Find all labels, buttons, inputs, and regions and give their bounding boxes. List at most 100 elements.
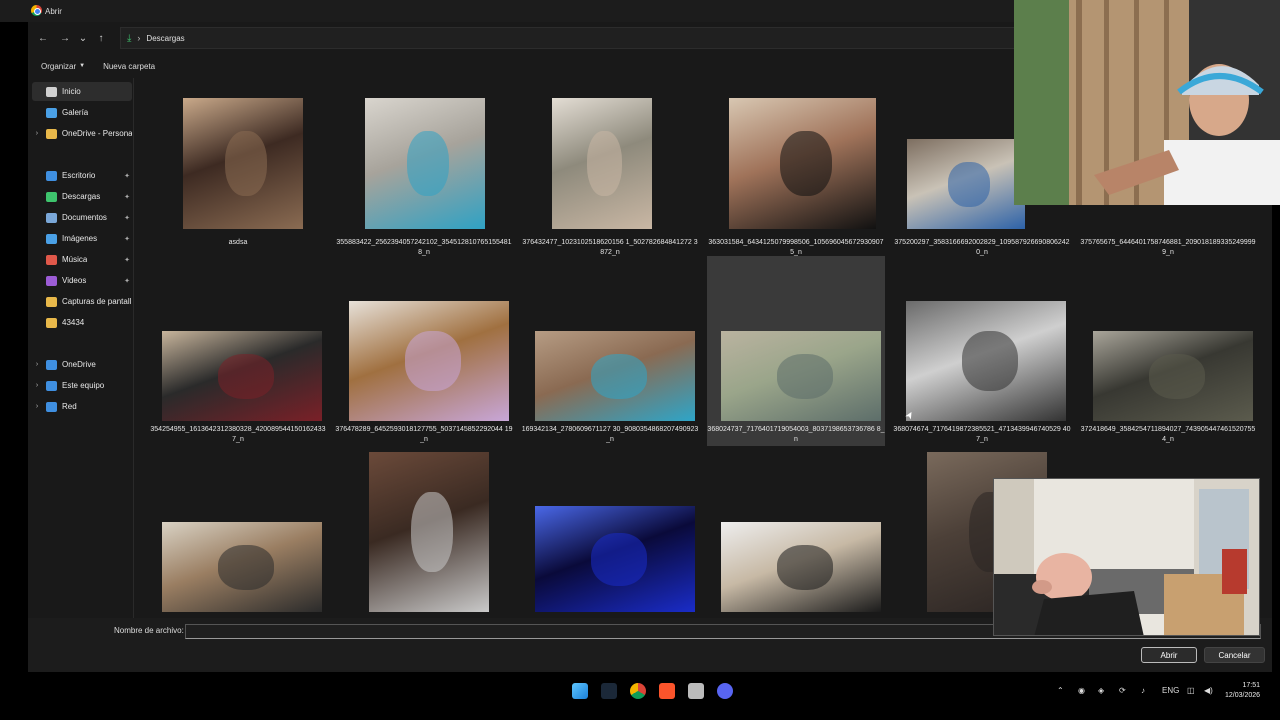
show-hidden-icons-chevron[interactable]: ⌃ bbox=[1057, 686, 1064, 695]
sidebar-item-escritorio[interactable]: Escritorio ✦ bbox=[32, 166, 132, 185]
sidebar-item-43434[interactable]: 43434 bbox=[32, 313, 132, 332]
thumbnail-figure bbox=[962, 331, 1018, 391]
sidebar-item-este-equipo[interactable]: › Este equipo bbox=[32, 376, 132, 395]
file-name-label[interactable]: 354254955_1613642312380328_4200895441501… bbox=[149, 425, 327, 445]
file-name-label[interactable]: 376432477_1023102518620156 1_50278268484… bbox=[521, 238, 699, 258]
chevron-down-icon: ⌄ bbox=[78, 32, 88, 44]
forward-button[interactable]: → bbox=[54, 27, 76, 49]
caret-down-icon: ▼ bbox=[79, 63, 86, 69]
pin-icon: ✦ bbox=[124, 214, 130, 222]
sidebar-item-label: Música bbox=[62, 255, 88, 264]
sidebar-item-label: 43434 bbox=[62, 318, 85, 327]
network-icon bbox=[46, 401, 57, 412]
brave-icon[interactable] bbox=[659, 683, 675, 699]
sidebar-item-música[interactable]: Música ✦ bbox=[32, 250, 132, 269]
discord-tray-icon[interactable]: ◉ bbox=[1078, 686, 1085, 695]
file-name-label[interactable]: 368074674_7176419872385521_4713439946740… bbox=[893, 425, 1071, 445]
open-button[interactable]: Abrir bbox=[1141, 647, 1197, 663]
sidebar-item-red[interactable]: › Red bbox=[32, 397, 132, 416]
sync-tray-icon[interactable]: ⟳ bbox=[1119, 686, 1126, 695]
expand-chevron-icon[interactable]: › bbox=[32, 382, 42, 389]
file-thumbnail[interactable] bbox=[349, 301, 509, 421]
clock-date: 12/03/2026 bbox=[1225, 692, 1261, 699]
folder-icon bbox=[46, 296, 57, 307]
file-thumbnail[interactable] bbox=[162, 331, 322, 421]
breadcrumb-descargas[interactable]: Descargas bbox=[146, 34, 184, 43]
steam-tray-icon[interactable]: ◈ bbox=[1098, 686, 1104, 695]
sidebar-item-galería[interactable]: Galería bbox=[32, 103, 132, 122]
sidebar-item-capturas-de-pantall[interactable]: Capturas de pantall bbox=[32, 292, 132, 311]
file-name-label[interactable]: 355883422_2562394057242102_3545128107651… bbox=[335, 238, 513, 258]
file-thumbnail[interactable] bbox=[535, 506, 695, 612]
sidebar-item-onedrive-persona[interactable]: › OneDrive - Persona bbox=[32, 124, 132, 143]
sidebar-item-label: Escritorio bbox=[62, 171, 96, 180]
cancel-button[interactable]: Cancelar bbox=[1204, 647, 1265, 663]
clock-time: 17:51 bbox=[1242, 682, 1261, 689]
thumbnail-figure bbox=[1149, 353, 1205, 399]
pin-icon: ✦ bbox=[124, 277, 130, 285]
steam-alt-icon[interactable] bbox=[688, 683, 704, 699]
expand-chevron-icon[interactable]: › bbox=[32, 403, 42, 410]
sidebar-item-inicio[interactable]: Inicio bbox=[32, 82, 132, 101]
file-thumbnail[interactable] bbox=[1093, 331, 1253, 421]
file-name-label[interactable]: 375200297_3583166692002829_1095879266908… bbox=[893, 238, 1071, 258]
file-thumbnail[interactable] bbox=[369, 452, 489, 612]
microphone-icon[interactable]: ♪ bbox=[1141, 686, 1145, 695]
file-thumbnail[interactable] bbox=[183, 98, 303, 229]
chrome-icon bbox=[31, 5, 42, 16]
steam-icon[interactable] bbox=[601, 683, 617, 699]
sidebar-item-videos[interactable]: Videos ✦ bbox=[32, 271, 132, 290]
arrow-right-icon: → bbox=[60, 32, 70, 44]
window-title: Abrir bbox=[45, 6, 62, 16]
sidebar-item-label: Videos bbox=[62, 276, 87, 285]
new-folder-label: Nueva carpeta bbox=[103, 61, 156, 71]
file-name-label[interactable]: 169342134_2780609671127 30_9080354868207… bbox=[521, 425, 699, 445]
file-name-label[interactable]: 363031584_6434125079998506_1056960456729… bbox=[707, 238, 885, 258]
sidebar-item-label: Este equipo bbox=[62, 381, 105, 390]
volume-icon[interactable]: ◀) bbox=[1204, 686, 1213, 695]
chrome-icon[interactable] bbox=[630, 683, 646, 699]
discord-icon[interactable] bbox=[717, 683, 733, 699]
file-name-label[interactable]: asdsa bbox=[149, 238, 327, 248]
language-indicator[interactable]: ENG bbox=[1162, 686, 1179, 695]
file-thumbnail[interactable] bbox=[552, 98, 652, 229]
file-thumbnail[interactable] bbox=[365, 98, 485, 229]
file-thumbnail[interactable] bbox=[906, 301, 1066, 421]
file-thumbnail[interactable] bbox=[729, 98, 876, 229]
sidebar-item-label: Documentos bbox=[62, 213, 107, 222]
address-bar[interactable]: ⤓ › Descargas bbox=[120, 27, 1020, 49]
file-thumbnail[interactable] bbox=[907, 139, 1025, 229]
new-folder-button[interactable]: Nueva carpeta bbox=[103, 62, 155, 71]
sidebar-item-descargas[interactable]: Descargas ✦ bbox=[32, 187, 132, 206]
expand-chevron-icon[interactable]: › bbox=[32, 361, 42, 368]
windows-start-icon[interactable] bbox=[572, 683, 588, 699]
pictures-icon bbox=[46, 233, 57, 244]
file-name-label[interactable]: 368024737_7176401719054003_8037198653736… bbox=[707, 425, 885, 445]
file-thumbnail[interactable] bbox=[721, 522, 881, 612]
sidebar-item-onedrive[interactable]: › OneDrive bbox=[32, 355, 132, 374]
file-name-label[interactable]: 375765675_6446401758746881_2090181893352… bbox=[1079, 238, 1257, 258]
file-name-label[interactable]: 372418649_3584254711894027_7439054474615… bbox=[1079, 425, 1257, 445]
organize-button[interactable]: Organizar ▼ bbox=[41, 62, 85, 71]
file-thumbnail[interactable] bbox=[535, 331, 695, 421]
gallery-icon bbox=[46, 107, 57, 118]
up-button[interactable]: ↑ bbox=[90, 27, 112, 49]
folder-icon bbox=[46, 317, 57, 328]
sidebar-item-documentos[interactable]: Documentos ✦ bbox=[32, 208, 132, 227]
clock[interactable]: 17:51 12/03/2026 bbox=[1225, 681, 1260, 701]
computer-icon bbox=[46, 380, 57, 391]
download-icon: ⤓ bbox=[127, 32, 132, 44]
taskbar: ⌃ ◉ ◈ ⟳ ♪ ENG ◫ ◀) 17:51 12/03/2026 bbox=[0, 674, 1280, 708]
file-thumbnail[interactable] bbox=[162, 522, 322, 612]
sidebar-item-imágenes[interactable]: Imágenes ✦ bbox=[32, 229, 132, 248]
pin-icon: ✦ bbox=[124, 193, 130, 201]
network-icon[interactable]: ◫ bbox=[1187, 686, 1195, 695]
file-thumbnail[interactable] bbox=[721, 331, 881, 421]
sidebar-item-label: Imágenes bbox=[62, 234, 98, 243]
file-name-label[interactable]: 376478289_6452593018127755_5037145852292… bbox=[335, 425, 513, 445]
documents-icon bbox=[46, 212, 57, 223]
thumbnail-figure bbox=[218, 544, 274, 590]
back-button[interactable]: ← bbox=[32, 27, 54, 49]
expand-chevron-icon[interactable]: › bbox=[32, 130, 42, 137]
recent-locations-button[interactable]: ⌄ bbox=[76, 27, 90, 49]
